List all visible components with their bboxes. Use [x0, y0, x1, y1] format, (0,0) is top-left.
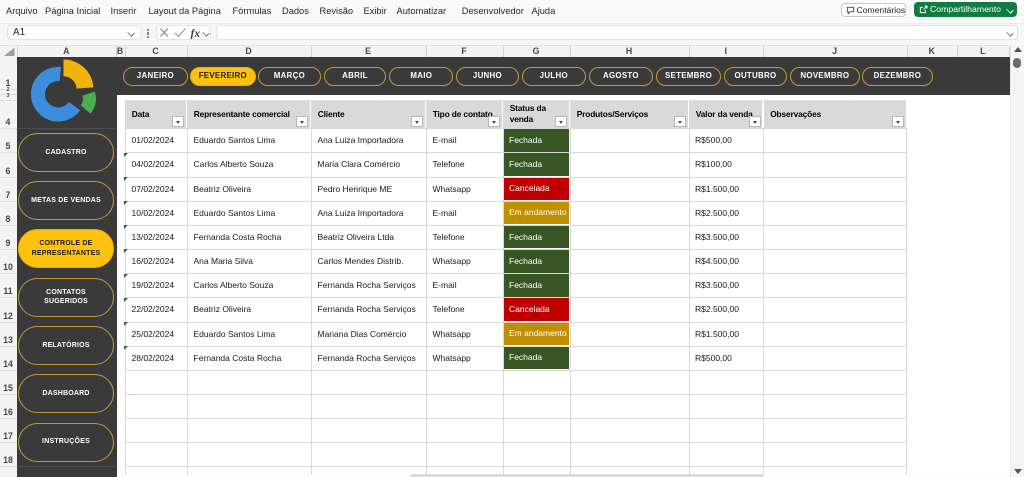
- svg-text:fx: fx: [191, 28, 201, 39]
